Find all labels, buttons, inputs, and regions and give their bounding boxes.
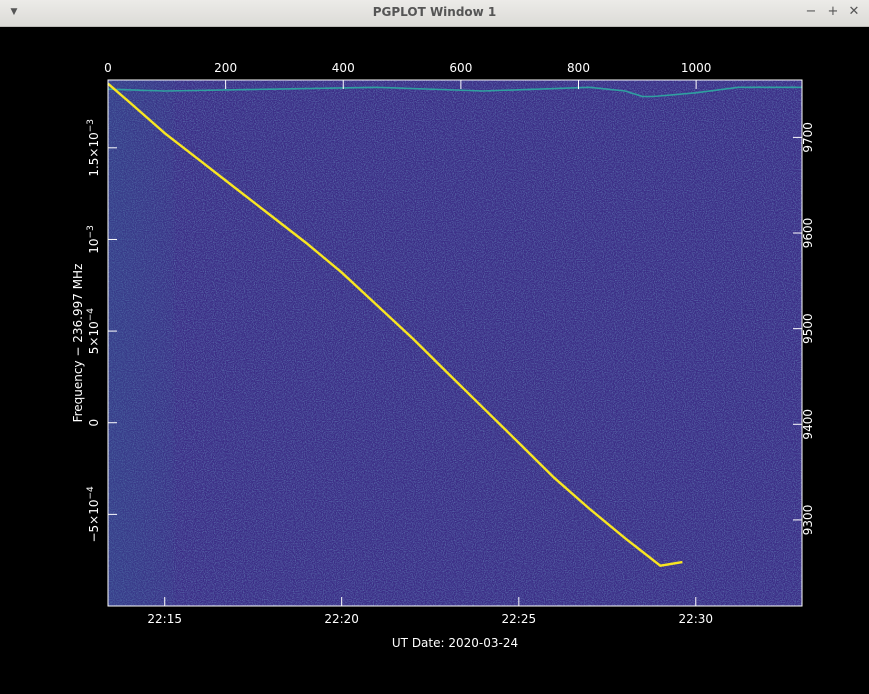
x-tick-label: 22:25 (502, 612, 537, 626)
close-icon[interactable]: ✕ (846, 4, 862, 20)
y-tick-label: 0 (87, 419, 101, 427)
right-tick-label: 9700 (801, 122, 815, 153)
right-tick-label: 9500 (801, 313, 815, 344)
maximize-icon[interactable]: + (825, 4, 841, 20)
top-tick-labels: 0 200 400 600 800 1000 (104, 61, 711, 75)
bottom-tick-labels: 22:15 22:20 22:25 22:30 (147, 612, 713, 626)
waterfall-plot: 22:15 22:20 22:25 22:30 0 200 400 600 800 1000 1… (71, 61, 815, 650)
title-bar[interactable]: ▼ PGPLOT Window 1 − + ✕ (0, 0, 869, 27)
x-tick-label: 22:20 (324, 612, 359, 626)
x-tick-label: 22:15 (147, 612, 182, 626)
top-tick-label: 0 (104, 61, 112, 75)
window-title: PGPLOT Window 1 (372, 5, 497, 19)
right-tick-label: 9400 (801, 409, 815, 440)
top-tick-label: 200 (214, 61, 237, 75)
left-tick-labels: 1.5×10−3 10−3 5×10−4 0 −5×10−4 (86, 119, 101, 543)
pgplot-window: ▼ PGPLOT Window 1 − + ✕ 22:15 22:20 22:2… (0, 0, 869, 694)
y-tick-label: 10−3 (86, 225, 101, 254)
heatmap-edge-glow (108, 80, 802, 606)
y-tick-label: 5×10−4 (86, 308, 101, 355)
x-axis-label: UT Date: 2020-03-24 (392, 636, 518, 650)
y-tick-label: −5×10−4 (86, 486, 101, 543)
right-tick-label: 9300 (801, 505, 815, 536)
right-tick-labels: 9300 9400 9500 9600 9700 (801, 122, 815, 535)
top-tick-label: 800 (567, 61, 590, 75)
top-tick-label: 600 (449, 61, 472, 75)
minimize-icon[interactable]: − (803, 4, 819, 20)
x-tick-label: 22:30 (678, 612, 713, 626)
y-axis-label: Frequency − 236.997 MHz (71, 264, 85, 423)
y-tick-label: 1.5×10−3 (86, 119, 101, 177)
top-tick-label: 1000 (681, 61, 712, 75)
right-tick-label: 9600 (801, 218, 815, 249)
heatmap-area (108, 80, 802, 606)
top-tick-label: 400 (332, 61, 355, 75)
